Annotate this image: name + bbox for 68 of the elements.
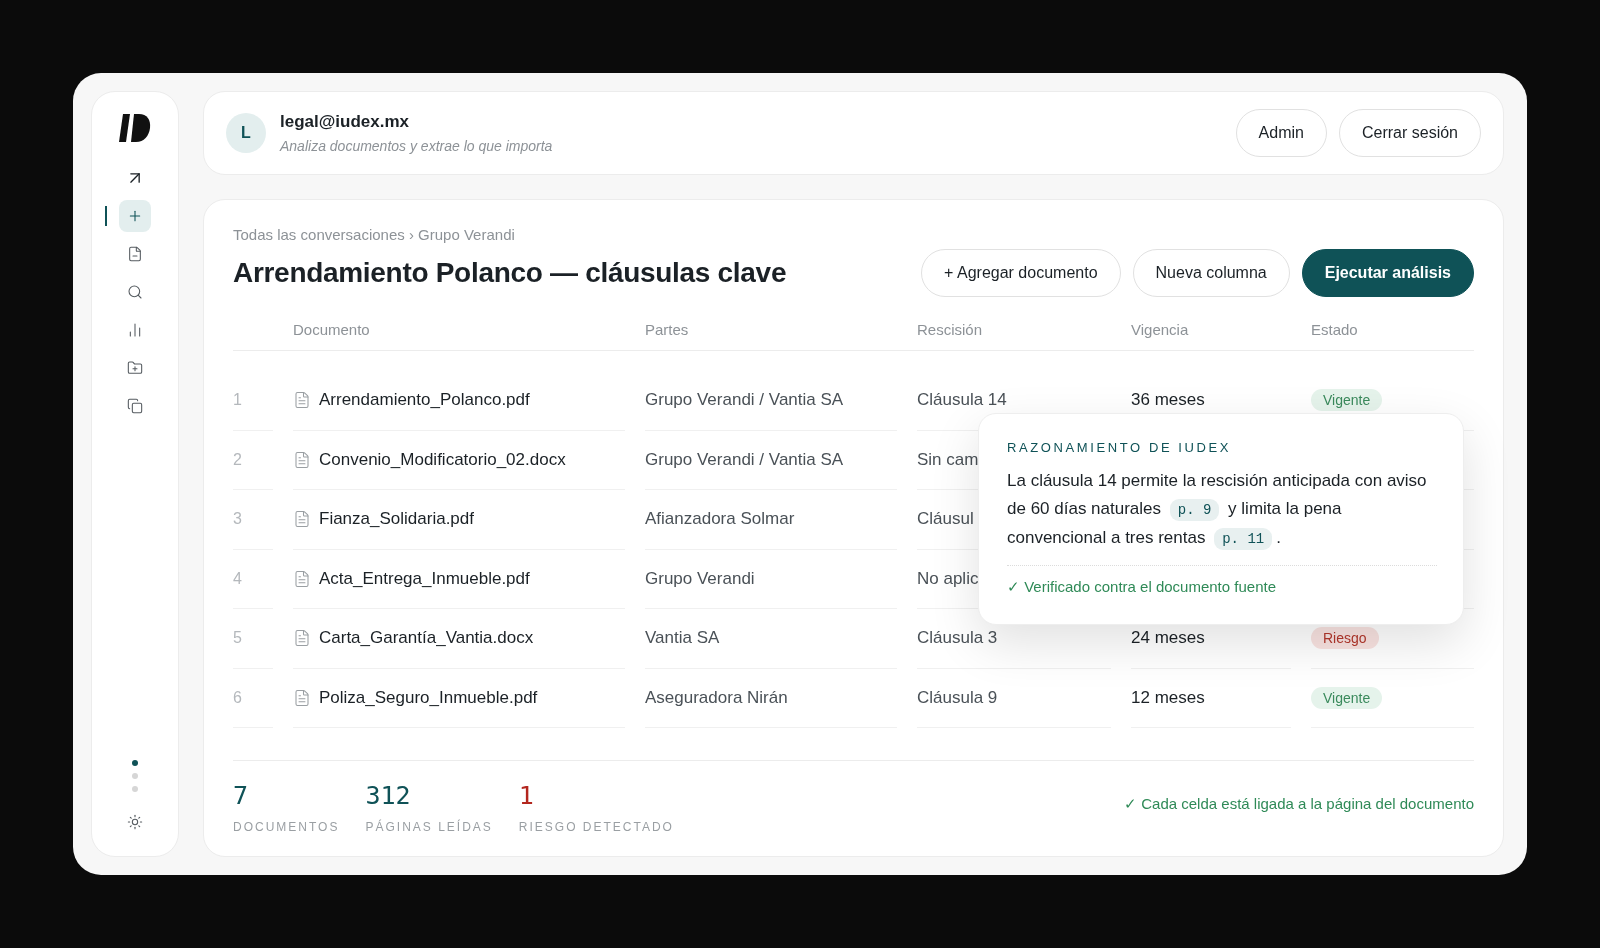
table-cell: Afianzadora Solmar [645,509,795,530]
column-header: Vigencia [1131,321,1190,338]
table-cell: No aplic [917,568,979,589]
stat-label: RIESGO DETECTADO [518,820,674,834]
reasoning-text: La cláusula 14 permite la rescisión anticipada con aviso de 60 días naturales p. 9 y limita la pena convencional a tres rentas p. 11 . [1007,467,1437,553]
column-header: Partes [645,321,690,338]
file-icon [293,391,311,410]
table-cell: Vantia SA [645,628,720,649]
page-title: Arrendamiento Polanco — cláusulas clave [233,257,787,289]
avatar: L [226,113,266,153]
run-analysis-button[interactable]: Ejecutar análisis [1301,249,1474,297]
row-number: 6 [233,688,242,707]
user-email: legal@iudex.mx [280,112,410,132]
document-name[interactable]: Fianza_Solidaria.pdf [319,509,474,530]
table-cell: 12 meses [1131,687,1205,708]
table-cell: Sin cam [917,449,979,470]
sun-icon [127,814,143,830]
table-cell: Grupo Verandi / Vantia SA [645,449,844,470]
page-dot[interactable] [132,760,138,766]
file-icon [293,569,311,588]
stat-value: 312 [365,781,412,810]
selection-indicator [105,206,107,226]
tagline: Analiza documentos y extrae lo que importa [280,138,553,154]
action-button[interactable]: Nueva columna [1132,249,1290,297]
document-name[interactable]: Acta_Entrega_Inmueble.pdf [319,568,530,589]
column-header: Estado [1311,321,1359,338]
linked-note: ✓ Cada celda está ligada a la página del documento [1124,795,1474,813]
stat-value: 1 [518,781,535,810]
status-tag: Vigente [1311,686,1383,709]
verified-note: ✓ Verificado contra el documento fuente [1007,578,1277,596]
table-cell: Cláusula 14 [917,390,1007,411]
table-cell: Grupo Verandi / Vantia SA [645,390,844,411]
row-number: 2 [233,450,242,469]
column-header: Rescisión [917,321,984,338]
table-cell: 36 meses [1131,390,1205,411]
file-icon [293,688,311,707]
row-number: 1 [233,391,242,410]
table-cell: Cláusul [917,509,974,530]
page-dot[interactable] [132,786,138,792]
breadcrumb: Todas las conversaciones › Grupo Verandi [233,226,516,243]
row-number: 3 [233,510,242,529]
stat-label: DOCUMENTOS [233,820,340,834]
logo [119,114,151,142]
document-name[interactable]: Carta_Garantía_Vantia.docx [319,628,534,649]
status-tag: Riesgo [1311,627,1379,650]
table-cell: Grupo Verandi [645,568,755,589]
stat-value: 7 [233,781,250,810]
document-name[interactable]: Convenio_Modificatorio_02.docx [319,449,566,470]
row-number: 4 [233,569,242,588]
row-number: 5 [233,629,242,648]
column-header: Documento [293,321,371,338]
popover-label: RAZONAMIENTO DE IUDEX [1007,440,1233,455]
file-icon [293,510,311,529]
document-name[interactable]: Arrendamiento_Polanco.pdf [319,390,530,411]
file-icon [293,629,311,648]
table-cell: 24 meses [1131,628,1205,649]
logout-button[interactable]: Cerrar sesión [1338,109,1481,157]
stat-label: PÁGINAS LEÍDAS [365,820,493,834]
table-cell: Aseguradora Nirán [645,687,788,708]
action-button[interactable]: + Agregar documento [921,249,1121,297]
file-icon [293,450,311,469]
page-dot[interactable] [132,773,138,779]
document-name[interactable]: Poliza_Seguro_Inmueble.pdf [319,687,538,708]
status-tag: Vigente [1311,389,1383,412]
plus-icon [127,208,143,224]
table-cell: Cláusula 9 [917,687,998,708]
table-cell: Cláusula 3 [917,628,998,649]
admin-button[interactable]: Admin [1235,109,1327,157]
